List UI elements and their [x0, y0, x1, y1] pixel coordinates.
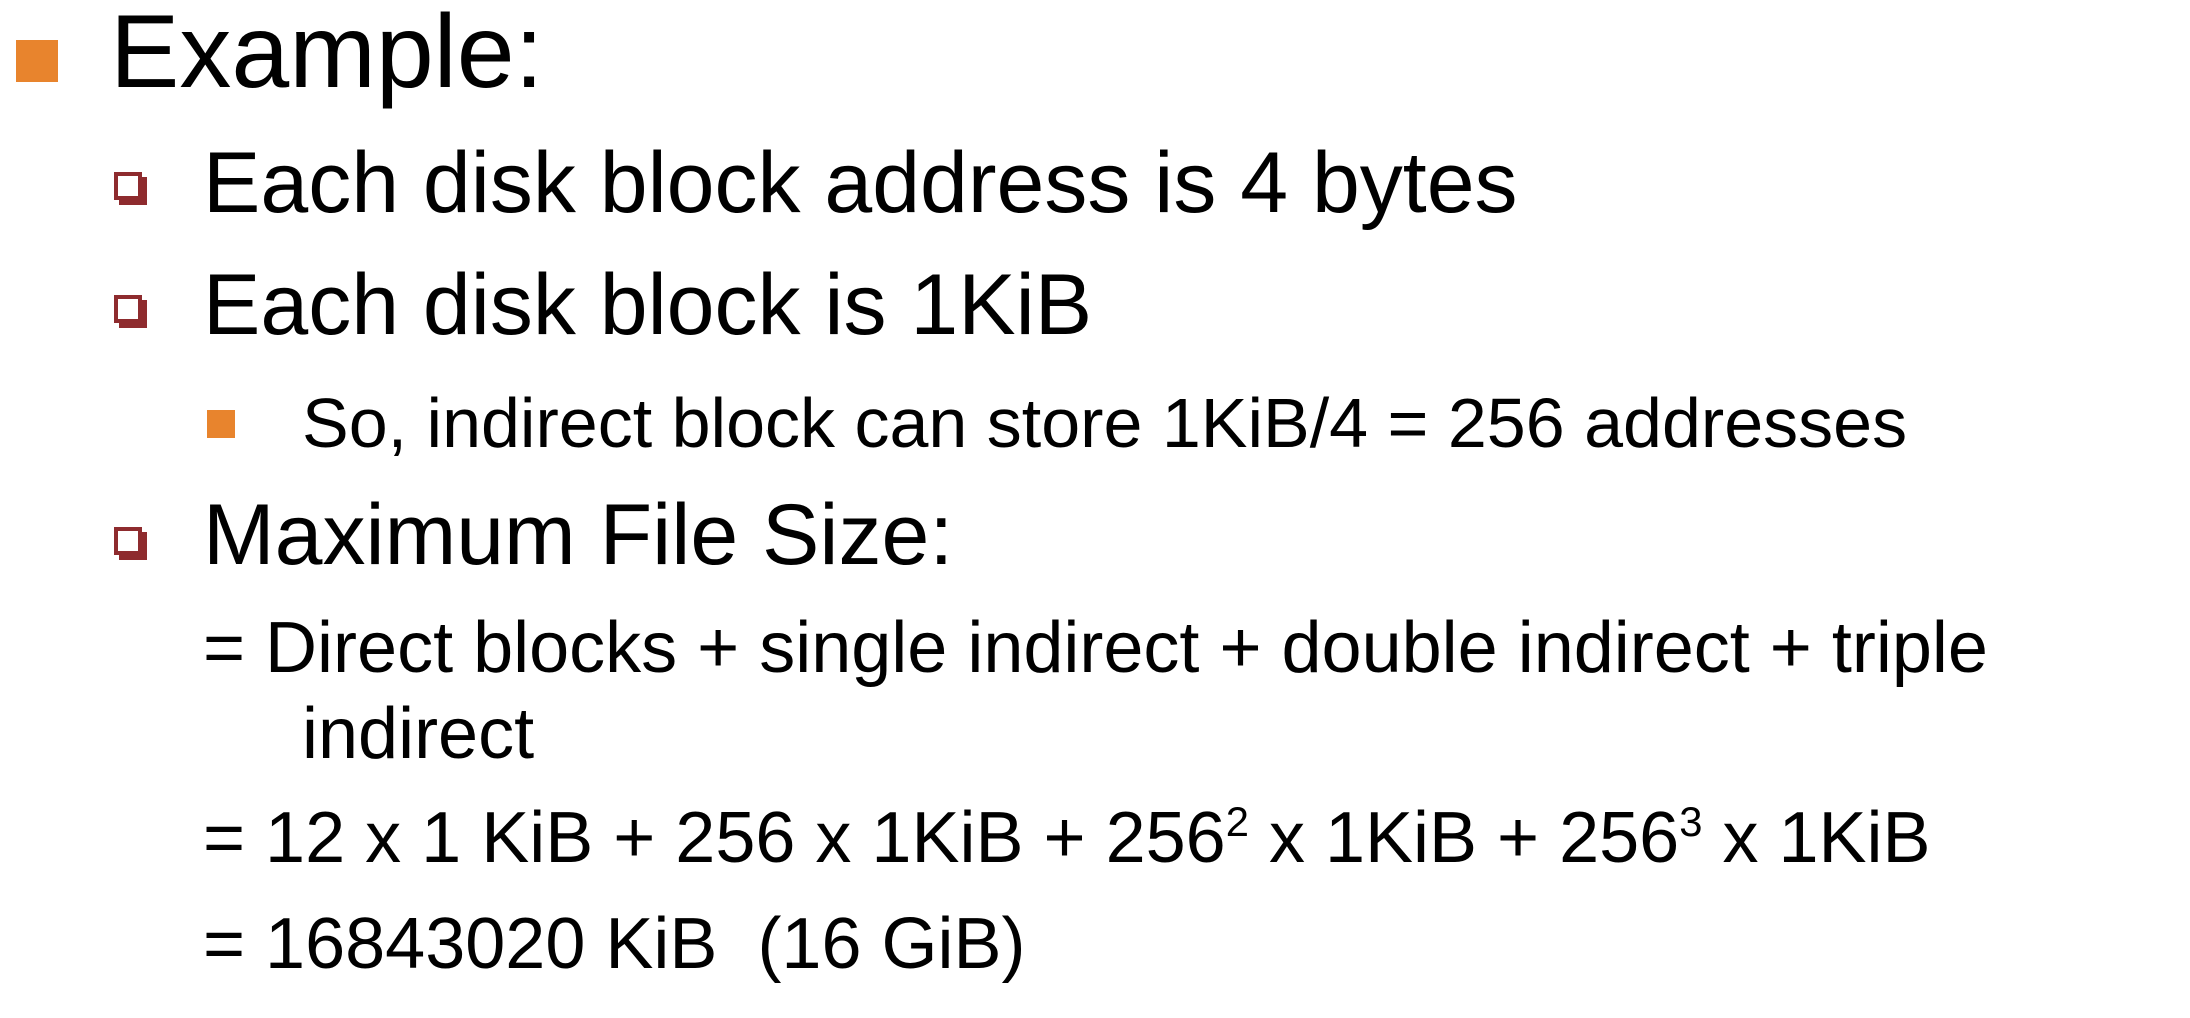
hollow-square-bullet-icon — [114, 172, 142, 200]
formula-calc-part: = 12 x 1 KiB + 256 x 1KiB + 256 — [203, 798, 1226, 878]
formula-line-calculation: = 12 x 1 KiB + 256 x 1KiB + 2562 x 1KiB … — [203, 801, 1931, 874]
square-bullet-icon — [16, 40, 58, 82]
point-block-size: Each disk block is 1KiB — [203, 257, 1093, 353]
square-bullet-icon — [207, 410, 235, 438]
formula-line-components: = Direct blocks + single indirect + doub… — [203, 608, 1988, 688]
hollow-square-bullet-icon — [114, 527, 142, 555]
formula-exponent: 2 — [1225, 798, 1249, 846]
point-address-size: Each disk block address is 4 bytes — [203, 135, 1518, 231]
slide-heading: Example: — [110, 0, 544, 110]
point-max-file-size: Maximum File Size: — [203, 487, 954, 583]
formula-calc-part: x 1KiB + 256 — [1248, 798, 1680, 878]
formula-line-components-continuation: indirect — [302, 694, 535, 774]
formula-calc-part: x 1KiB — [1702, 798, 1931, 878]
slide: Example: Each disk block address is 4 by… — [0, 0, 2190, 1018]
formula-line-result: = 16843020 KiB (16 GiB) — [203, 904, 1026, 984]
formula-exponent: 3 — [1679, 798, 1703, 846]
subpoint-indirect-capacity: So, indirect block can store 1KiB/4 = 25… — [302, 384, 1908, 462]
hollow-square-bullet-icon — [114, 295, 142, 323]
